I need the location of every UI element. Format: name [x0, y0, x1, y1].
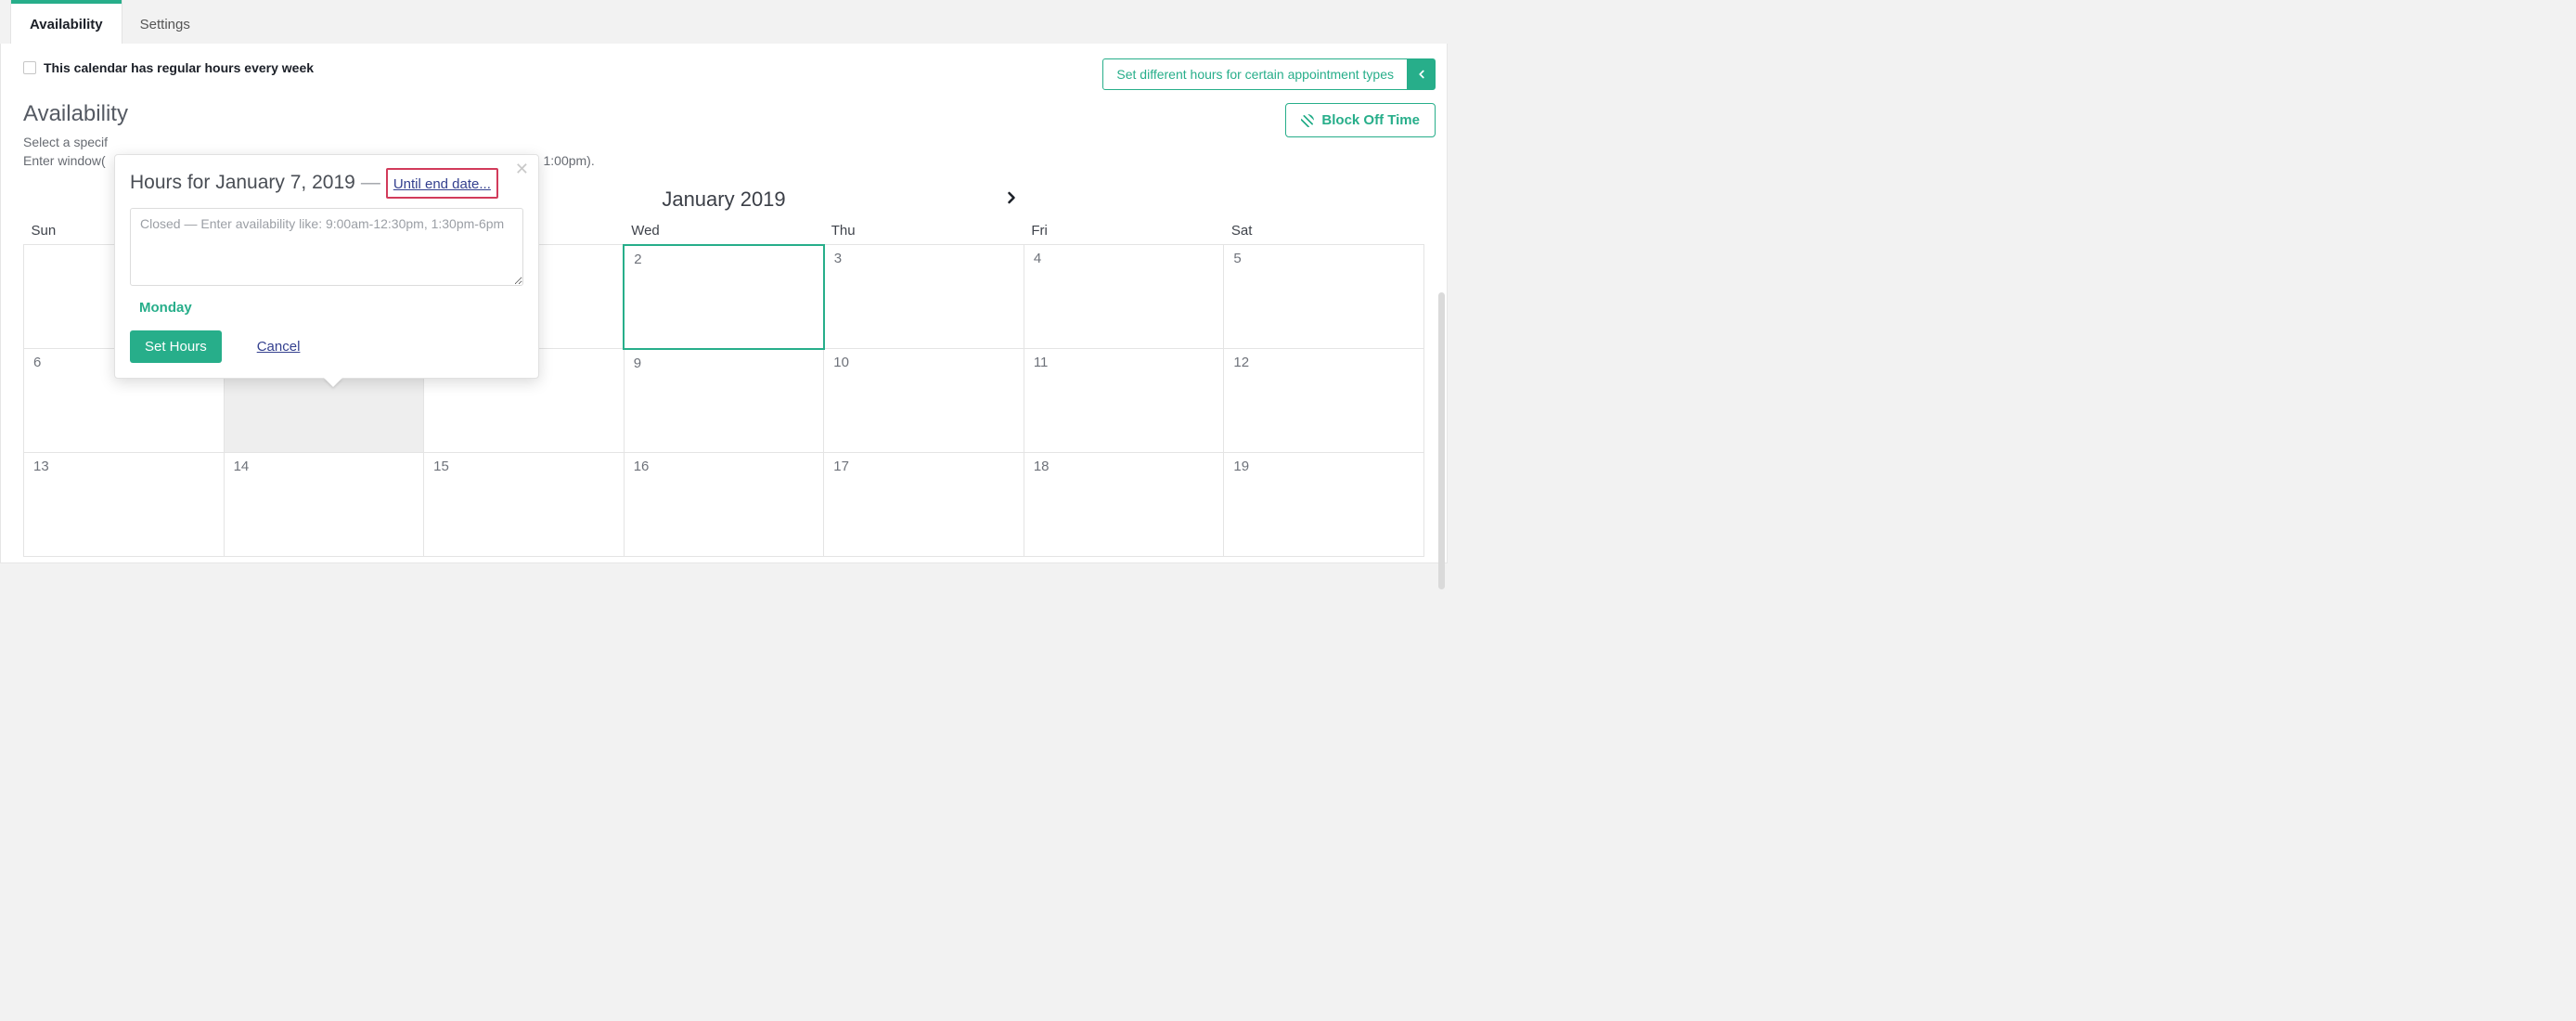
calendar-cell[interactable]: 5 [1224, 245, 1424, 349]
calendar-cell[interactable]: 3 [824, 245, 1024, 349]
tab-availability[interactable]: Availability [11, 0, 122, 44]
calendar-cell[interactable]: 19 [1224, 453, 1424, 557]
calendar-cell[interactable]: 15 [424, 453, 625, 557]
regular-hours-label: This calendar has regular hours every we… [44, 60, 314, 75]
calendar-cell[interactable]: 17 [824, 453, 1024, 557]
regular-hours-checkbox[interactable] [23, 61, 36, 74]
calendar-cell[interactable]: 4 [1024, 245, 1224, 349]
set-hours-button[interactable]: Set Hours [130, 330, 222, 363]
calendar-cell[interactable]: 11 [1024, 349, 1224, 453]
hours-popover: ✕ Hours for January 7, 2019 — Until end … [114, 154, 539, 379]
calendar-cell[interactable]: 9 [624, 349, 824, 453]
day-header: Sat [1224, 217, 1424, 245]
chevron-left-icon [1415, 68, 1428, 81]
calendar-cell[interactable]: 12 [1224, 349, 1424, 453]
popover-dash: — [361, 172, 380, 194]
calendar-cell[interactable]: 18 [1024, 453, 1224, 557]
block-off-time-label: Block Off Time [1321, 112, 1420, 128]
day-header: Thu [824, 217, 1024, 245]
calendar-month-label: January 2019 [662, 187, 785, 212]
availability-hours-input[interactable] [130, 208, 523, 286]
day-header: Fri [1024, 217, 1224, 245]
instructions-line1: Select a specif [23, 133, 108, 151]
calendar-cell[interactable]: 14 [224, 453, 424, 557]
popover-day-label: Monday [139, 300, 523, 316]
set-different-hours-button[interactable]: Set different hours for certain appointm… [1102, 58, 1408, 90]
calendar-next-button[interactable] [1002, 188, 1021, 210]
block-off-time-button[interactable]: Block Off Time [1285, 103, 1436, 137]
calendar-cell[interactable]: 13 [24, 453, 225, 557]
popover-close-button[interactable]: ✕ [515, 161, 529, 177]
calendar-cell-today[interactable]: 2 [624, 245, 824, 349]
calendar-cell[interactable]: 16 [624, 453, 824, 557]
popover-title: Hours for January 7, 2019 [130, 172, 355, 194]
stripes-icon [1301, 114, 1314, 127]
section-title: Availability [1, 90, 617, 127]
set-different-hours-chevron[interactable] [1408, 58, 1436, 90]
tab-settings[interactable]: Settings [122, 0, 209, 44]
instructions-line2-prefix: Enter window( [23, 151, 106, 170]
chevron-right-icon [1002, 188, 1021, 207]
cancel-link[interactable]: Cancel [257, 339, 301, 355]
vertical-scrollbar[interactable] [1438, 292, 1445, 589]
until-end-date-link[interactable]: Until end date... [393, 176, 491, 192]
until-end-date-highlight: Until end date... [386, 168, 498, 199]
calendar-cell[interactable]: 10 [824, 349, 1024, 453]
close-icon: ✕ [515, 160, 529, 178]
day-header: Wed [624, 217, 824, 245]
